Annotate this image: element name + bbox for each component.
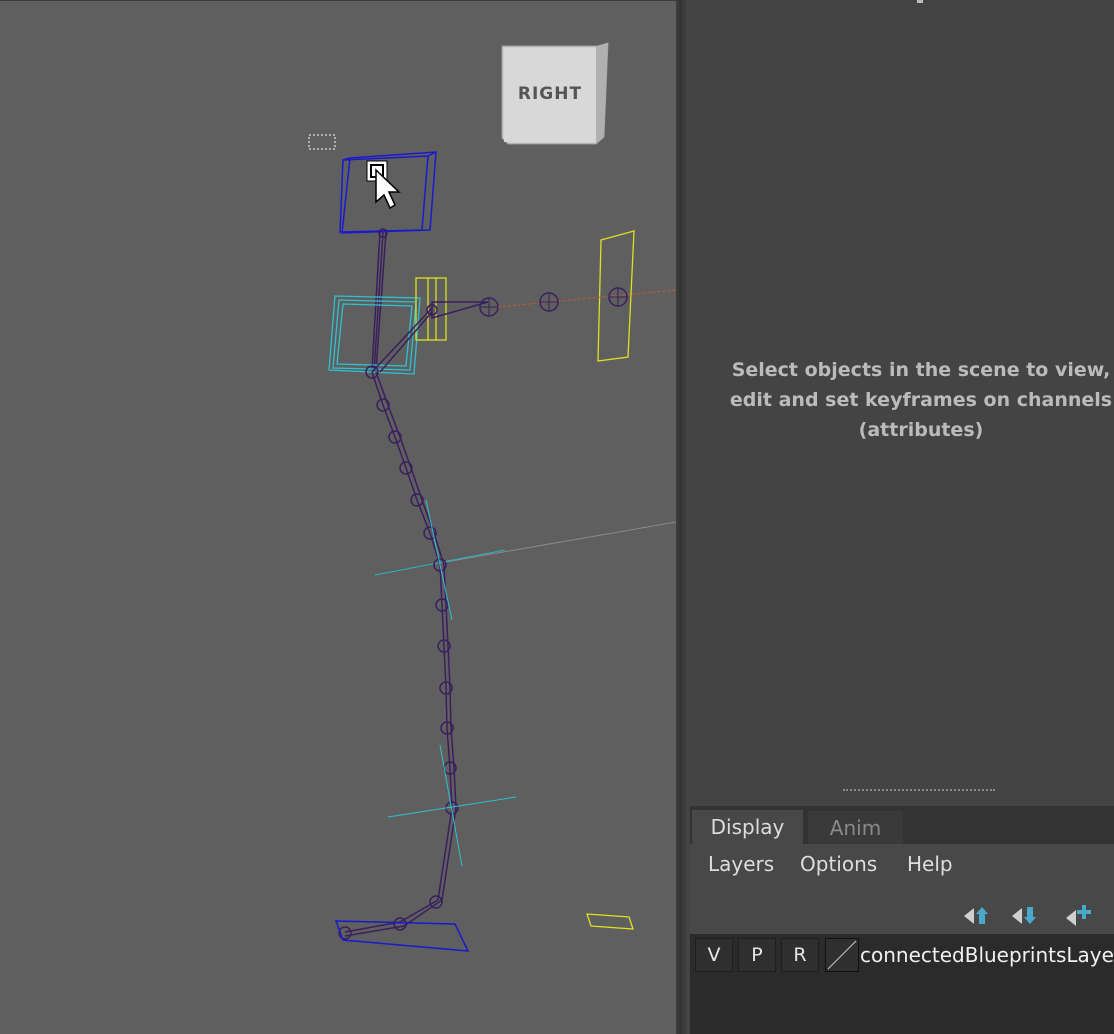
grid-axis-line	[439, 521, 676, 564]
layer-visibility-toggle[interactable]: V	[695, 938, 733, 972]
create-layer-icon[interactable]	[1062, 902, 1096, 930]
view-cube-label[interactable]: RIGHT	[505, 84, 595, 104]
neck-bones	[371, 231, 387, 373]
viewport-3d[interactable]: RIGHT	[0, 0, 676, 1034]
channel-box-panel: Select objects in the scene to view, edi…	[686, 0, 1114, 790]
menu-options[interactable]: Options	[800, 852, 877, 876]
layer-reference-toggle[interactable]: R	[781, 938, 819, 972]
layer-playback-toggle[interactable]: P	[738, 938, 776, 972]
layer-list: V P R connectedBlueprintsLayer	[690, 934, 1114, 1034]
scene-drawing[interactable]	[0, 0, 676, 1034]
panel-resize-handle[interactable]	[843, 789, 995, 795]
leg-joints	[338, 365, 459, 940]
arm-bones	[371, 301, 489, 373]
tab-anim[interactable]: Anim	[807, 810, 904, 846]
panel-splitter[interactable]	[676, 0, 686, 1034]
splitter-grip	[679, 0, 682, 1034]
menu-help[interactable]: Help	[907, 852, 953, 876]
layer-panel: Layers Options Help V P R connectedBluep…	[690, 844, 1114, 1034]
menu-layers[interactable]: Layers	[708, 852, 774, 876]
tab-display[interactable]: Display	[692, 810, 803, 844]
move-layer-up-icon[interactable]	[960, 902, 994, 930]
foot-control	[334, 920, 470, 952]
selection-marquee	[308, 134, 336, 150]
panel-top-marker	[917, 0, 923, 3]
small-locator	[586, 913, 634, 930]
move-layer-down-icon[interactable]	[1008, 902, 1042, 930]
cyan-rotate-axes	[387, 499, 517, 867]
layer-editor: Display Anim Layers Options Help V P R c…	[690, 806, 1114, 1034]
leg-bone-chain	[344, 371, 457, 937]
ik-line	[497, 289, 676, 308]
hand-locator	[597, 230, 635, 362]
layer-color-swatch[interactable]	[825, 938, 859, 972]
layer-name[interactable]: connectedBlueprintsLayer	[860, 943, 1114, 967]
channel-box-empty-message: Select objects in the scene to view, edi…	[729, 359, 1113, 441]
layer-menu-bar: Layers Options Help	[690, 844, 1114, 888]
mouse-cursor	[366, 160, 401, 210]
